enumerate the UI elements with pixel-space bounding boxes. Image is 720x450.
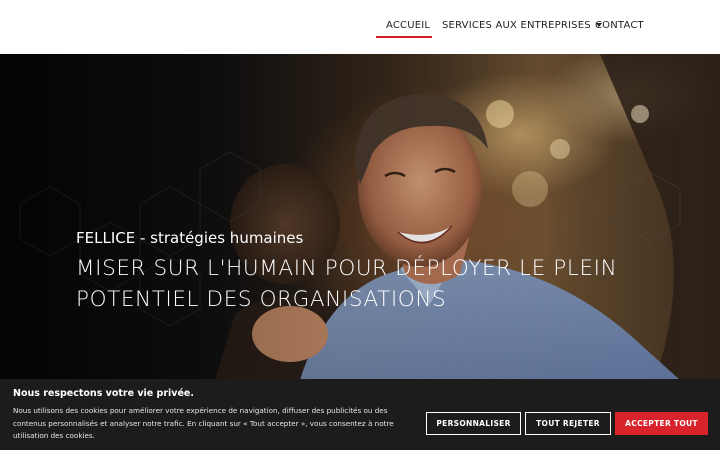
nav-item-accueil[interactable]: ACCUEIL	[386, 20, 430, 31]
hero-banner: FELLICE - stratégies humaines MISER SUR …	[0, 54, 720, 380]
nav-item-contact[interactable]: CONTACT	[595, 20, 644, 31]
cookie-banner-title: Nous respectons votre vie privée.	[13, 388, 194, 399]
nav-active-indicator	[376, 36, 432, 38]
reject-all-button[interactable]: TOUT REJETER	[525, 412, 611, 435]
hero-title-line1: MISER SUR L'HUMAIN POUR DÉPLOYER LE PLEI…	[76, 256, 618, 281]
accept-all-button[interactable]: ACCEPTER TOUT	[615, 412, 708, 435]
site-header: ACCUEIL SERVICES AUX ENTREPRISES CONTACT	[0, 0, 720, 54]
cookie-banner-text: Nous utilisons des cookies pour améliore…	[13, 406, 394, 440]
hero-overlay	[0, 54, 720, 380]
nav-item-services[interactable]: SERVICES AUX ENTREPRISES	[442, 20, 602, 31]
nav-item-services-label: SERVICES AUX ENTREPRISES	[442, 20, 591, 31]
customize-button[interactable]: PERSONNALISER	[426, 412, 521, 435]
cookie-banner: Nous respectons votre vie privée. Nous u…	[0, 379, 720, 450]
hero-subtitle: FELLICE - stratégies humaines	[76, 229, 304, 247]
hero-title-line2: POTENTIEL DES ORGANISATIONS	[76, 287, 447, 312]
hero-title: MISER SUR L'HUMAIN POUR DÉPLOYER LE PLEI…	[76, 253, 676, 315]
